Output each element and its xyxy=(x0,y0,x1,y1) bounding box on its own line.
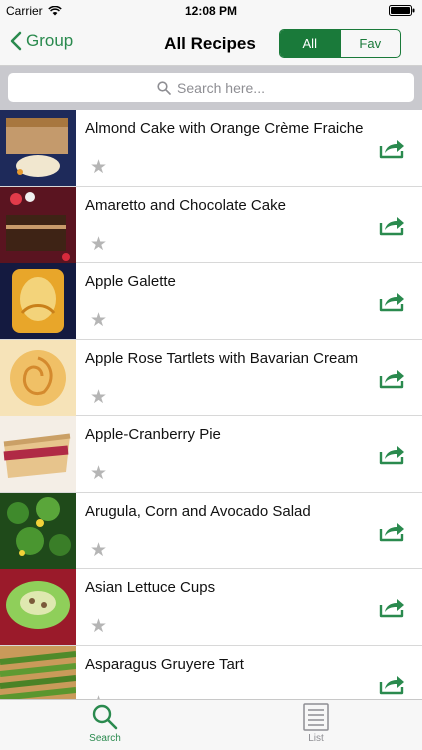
navigation-bar: Group All Recipes All Fav xyxy=(0,22,422,66)
recipe-row[interactable]: Asparagus Gruyere Tart ★ xyxy=(0,645,422,700)
star-icon[interactable]: ★ xyxy=(90,156,107,179)
share-icon[interactable] xyxy=(378,136,406,160)
share-icon[interactable] xyxy=(378,442,406,466)
star-icon[interactable]: ★ xyxy=(90,386,107,409)
recipe-row[interactable]: Apple-Cranberry Pie ★ xyxy=(0,416,422,493)
share-icon[interactable] xyxy=(378,366,406,390)
share-icon[interactable] xyxy=(378,213,406,237)
tab-search-label: Search xyxy=(89,733,121,744)
recipe-thumbnail xyxy=(0,339,76,416)
recipe-thumbnail xyxy=(0,263,76,339)
recipe-title: Almond Cake with Orange Crème Fraiche xyxy=(85,120,364,137)
clock: 12:08 PM xyxy=(184,4,238,18)
star-icon[interactable]: ★ xyxy=(90,692,107,700)
chevron-left-icon xyxy=(10,31,22,51)
recipe-row[interactable]: Asian Lettuce Cups ★ xyxy=(0,569,422,646)
recipe-title: Asian Lettuce Cups xyxy=(85,579,216,596)
recipe-row[interactable]: Amaretto and Chocolate Cake ★ xyxy=(0,186,422,263)
tab-list-label: List xyxy=(308,733,324,744)
recipe-thumbnail xyxy=(0,186,76,263)
star-icon[interactable]: ★ xyxy=(90,462,107,485)
search-area: Search here... xyxy=(0,66,422,110)
recipe-thumbnail xyxy=(0,569,76,645)
share-icon[interactable] xyxy=(378,289,406,313)
recipe-thumbnail xyxy=(0,492,76,569)
recipe-thumbnail xyxy=(0,110,76,186)
recipe-thumbnail xyxy=(0,416,76,492)
segment-all[interactable]: All xyxy=(280,30,340,57)
star-icon[interactable]: ★ xyxy=(90,615,107,638)
recipe-title: Apple Rose Tartlets with Bavarian Cream xyxy=(85,349,359,367)
battery-icon xyxy=(389,5,415,16)
search-placeholder: Search here... xyxy=(177,79,265,96)
recipe-row[interactable]: Almond Cake with Orange Crème Fraiche ★ xyxy=(0,110,422,187)
tab-search[interactable]: Search xyxy=(75,703,135,744)
recipe-title: Apple Galette xyxy=(85,273,176,290)
star-icon[interactable]: ★ xyxy=(90,309,107,332)
recipe-row[interactable]: Arugula, Corn and Avocado Salad ★ xyxy=(0,492,422,569)
search-input[interactable]: Search here... xyxy=(8,73,414,102)
recipe-row[interactable]: Apple Galette ★ xyxy=(0,263,422,340)
share-icon[interactable] xyxy=(378,519,406,543)
share-icon[interactable] xyxy=(378,595,406,619)
segment-fav[interactable]: Fav xyxy=(339,30,401,57)
tab-bar: Search List xyxy=(0,699,422,750)
back-button[interactable]: Group xyxy=(10,31,73,51)
recipe-thumbnail xyxy=(0,645,76,699)
share-icon[interactable] xyxy=(378,672,406,696)
recipe-row[interactable]: Apple Rose Tartlets with Bavarian Cream … xyxy=(0,339,422,416)
magnifier-icon xyxy=(92,704,118,730)
recipe-title: Arugula, Corn and Avocado Salad xyxy=(85,502,311,520)
back-label: Group xyxy=(26,31,74,50)
status-bar: Carrier 12:08 PM xyxy=(0,0,422,22)
star-icon[interactable]: ★ xyxy=(90,233,107,256)
tab-list[interactable]: List xyxy=(286,703,346,744)
recipe-title: Asparagus Gruyere Tart xyxy=(85,655,244,673)
page-title: All Recipes xyxy=(164,34,256,53)
recipe-title: Amaretto and Chocolate Cake xyxy=(85,196,286,214)
search-icon xyxy=(157,80,171,95)
recipe-list: Almond Cake with Orange Crème Fraiche ★ … xyxy=(0,110,422,699)
recipe-title: Apple-Cranberry Pie xyxy=(85,426,221,443)
filter-segmented-control: All Fav xyxy=(279,29,401,58)
star-icon[interactable]: ★ xyxy=(90,539,107,562)
list-icon xyxy=(303,703,329,731)
